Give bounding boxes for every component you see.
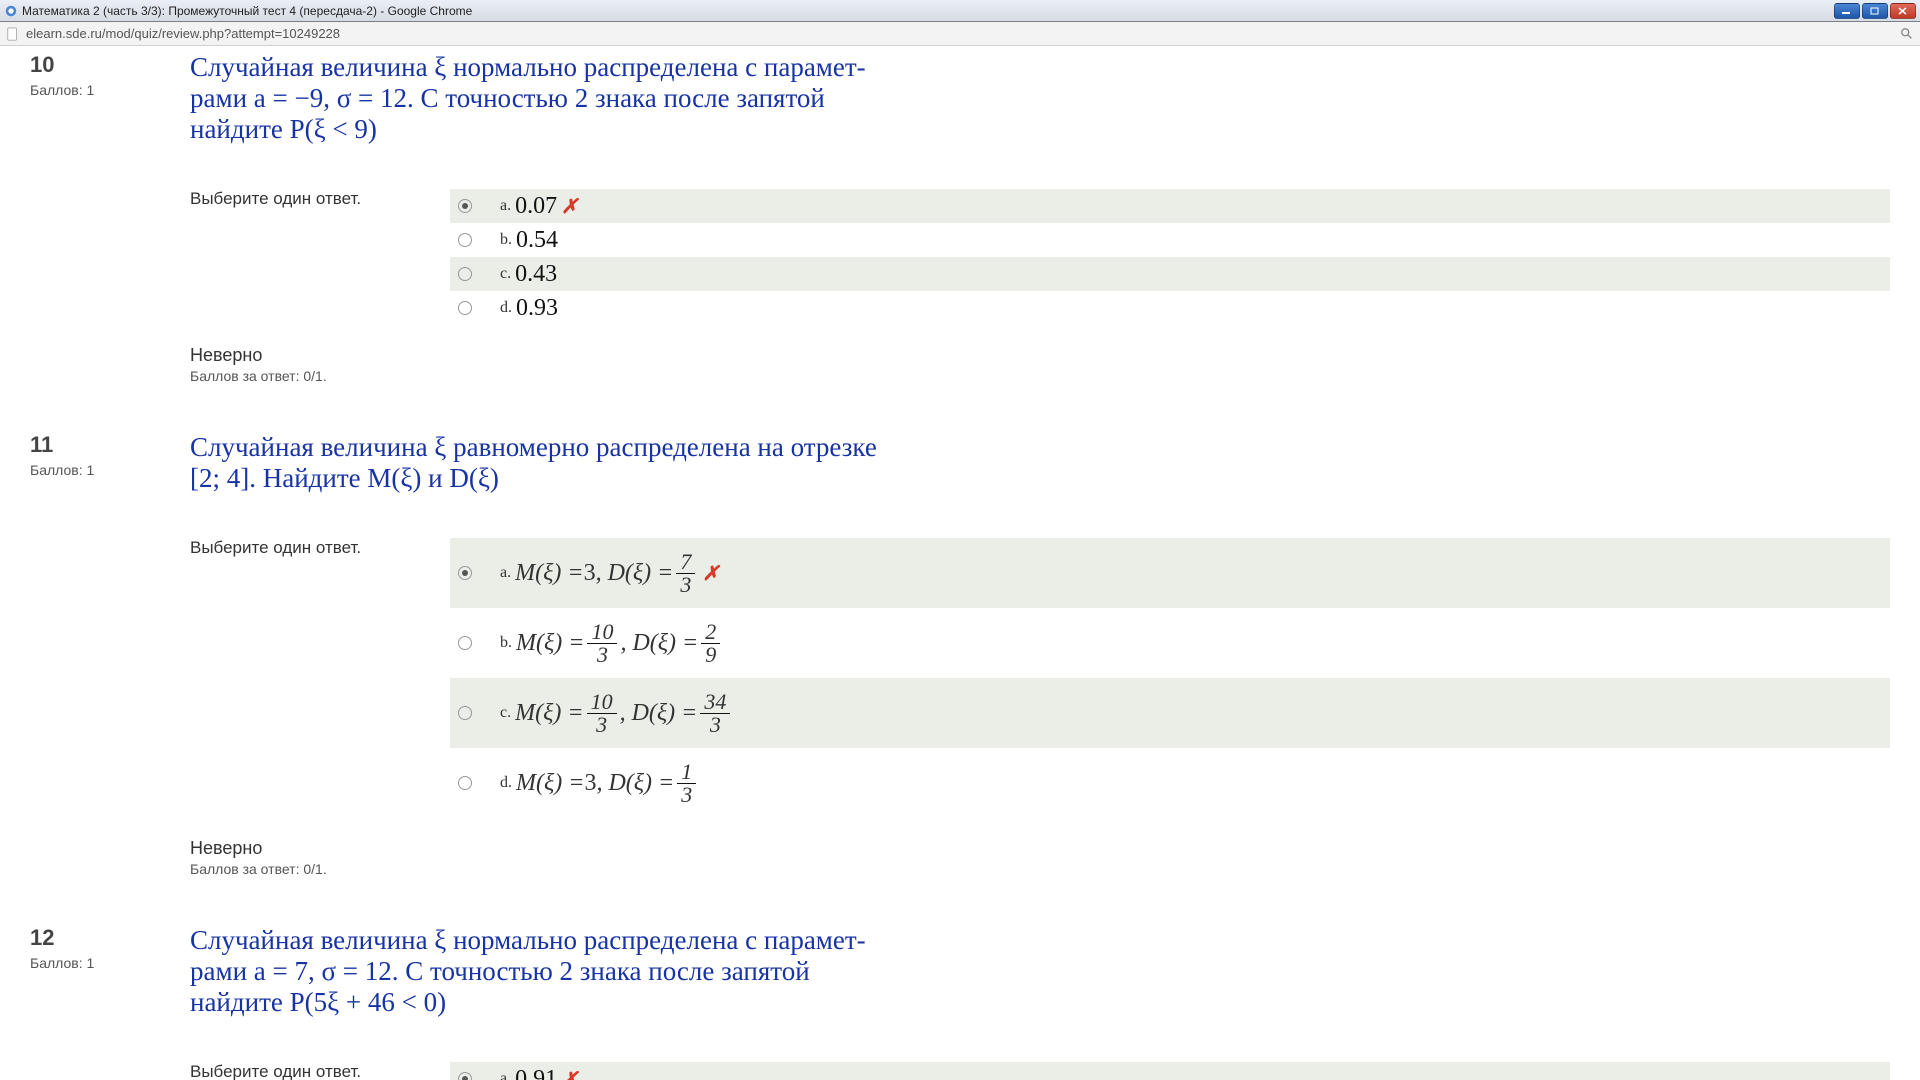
page-scroll[interactable]: 10 Баллов: 1 Случайная величина ξ нормал… <box>0 46 1920 1080</box>
question-block: 10 Баллов: 1 Случайная величина ξ нормал… <box>30 46 1890 404</box>
option-letter: a. <box>500 1070 511 1080</box>
option-value: 0.91 <box>515 1066 557 1080</box>
answers: Выберите один ответ. a. 0.07 ✗ b. 0.54 c… <box>190 189 1890 325</box>
question-block: 11 Баллов: 1 Случайная величина ξ равном… <box>30 426 1890 897</box>
question-meta: 12 Баллов: 1 <box>30 925 190 1080</box>
option-row[interactable]: a. 0.91 ✗ <box>450 1062 1890 1080</box>
radio-icon[interactable] <box>458 267 472 281</box>
question-number: 12 <box>30 925 190 951</box>
option-letter: b. <box>500 231 512 249</box>
option-value: M(ξ) = 103, D(ξ) = 343 <box>515 691 733 736</box>
options-list: a. 0.07 ✗ b. 0.54 c. 0.43 d. 0.93 <box>450 189 1890 325</box>
wrong-mark-icon: ✗ <box>561 1067 578 1080</box>
address-bar[interactable]: elearn.sde.ru/mod/quiz/review.php?attemp… <box>0 22 1920 46</box>
question-body: Случайная величина ξ нормально распредел… <box>190 925 1890 1080</box>
option-letter: b. <box>500 634 512 652</box>
feedback-score: Баллов за ответ: 0/1. <box>190 861 1890 877</box>
question-text: Случайная величина ξ равномерно распреде… <box>190 432 960 494</box>
option-letter: c. <box>500 265 511 283</box>
quiz-content: 10 Баллов: 1 Случайная величина ξ нормал… <box>0 46 1920 1080</box>
question-meta: 11 Баллов: 1 <box>30 432 190 877</box>
window-title-bar: Математика 2 (часть 3/3): Промежуточный … <box>0 0 1920 22</box>
page-icon <box>6 27 20 41</box>
option-letter: a. <box>500 564 511 582</box>
radio-icon[interactable] <box>458 199 472 213</box>
question-text: Случайная величина ξ нормально распредел… <box>190 52 960 145</box>
radio-icon[interactable] <box>458 1072 472 1080</box>
choose-prompt: Выберите один ответ. <box>190 538 450 558</box>
question-block: 12 Баллов: 1 Случайная величина ξ нормал… <box>30 919 1890 1080</box>
option-value: 0.93 <box>516 295 558 322</box>
option-letter: d. <box>500 299 512 317</box>
answers: Выберите один ответ. a. 0.91 ✗ <box>190 1062 1890 1080</box>
question-text: Случайная величина ξ нормально распредел… <box>190 925 960 1018</box>
option-row[interactable]: a. 0.07 ✗ <box>450 189 1890 223</box>
feedback-status: Неверно <box>190 345 1890 366</box>
option-value: M(ξ) = 3, D(ξ) = 13 <box>516 761 699 806</box>
option-letter: c. <box>500 704 511 722</box>
question-meta: 10 Баллов: 1 <box>30 52 190 384</box>
question-points: Баллов: 1 <box>30 462 190 478</box>
option-value: M(ξ) = 103, D(ξ) = 29 <box>516 621 723 666</box>
question-number: 10 <box>30 52 190 78</box>
question-points: Баллов: 1 <box>30 82 190 98</box>
option-row[interactable]: b. 0.54 <box>450 223 1890 257</box>
option-row[interactable]: d. 0.93 <box>450 291 1890 325</box>
wrong-mark-icon: ✗ <box>702 561 719 586</box>
radio-icon[interactable] <box>458 636 472 650</box>
radio-icon[interactable] <box>458 566 472 580</box>
options-list: a. 0.91 ✗ <box>450 1062 1890 1080</box>
option-row[interactable]: d. M(ξ) = 3, D(ξ) = 13 <box>450 748 1890 818</box>
option-value: 0.54 <box>516 227 558 254</box>
option-row[interactable]: a. M(ξ) = 3, D(ξ) = 73 ✗ <box>450 538 1890 608</box>
option-row[interactable]: b. M(ξ) = 103, D(ξ) = 29 <box>450 608 1890 678</box>
question-body: Случайная величина ξ нормально распредел… <box>190 52 1890 384</box>
answers: Выберите один ответ. a. M(ξ) = 3, D(ξ) =… <box>190 538 1890 818</box>
app-icon <box>4 4 18 18</box>
radio-icon[interactable] <box>458 706 472 720</box>
feedback: Неверно Баллов за ответ: 0/1. <box>190 345 1890 384</box>
wrong-mark-icon: ✗ <box>561 194 578 219</box>
close-button[interactable] <box>1890 3 1916 19</box>
option-value: M(ξ) = 3, D(ξ) = 73 <box>515 551 698 596</box>
option-value: 0.07 <box>515 193 557 220</box>
maximize-button[interactable] <box>1862 3 1888 19</box>
options-list: a. M(ξ) = 3, D(ξ) = 73 ✗ b. M(ξ) = 103, … <box>450 538 1890 818</box>
question-points: Баллов: 1 <box>30 955 190 971</box>
option-letter: d. <box>500 774 512 792</box>
choose-prompt: Выберите один ответ. <box>190 189 450 209</box>
feedback-score: Баллов за ответ: 0/1. <box>190 368 1890 384</box>
feedback: Неверно Баллов за ответ: 0/1. <box>190 838 1890 877</box>
choose-prompt: Выберите один ответ. <box>190 1062 450 1080</box>
window-title: Математика 2 (часть 3/3): Промежуточный … <box>22 4 1834 18</box>
option-row[interactable]: c. M(ξ) = 103, D(ξ) = 343 <box>450 678 1890 748</box>
radio-icon[interactable] <box>458 233 472 247</box>
option-row[interactable]: c. 0.43 <box>450 257 1890 291</box>
window-buttons <box>1834 3 1916 19</box>
radio-icon[interactable] <box>458 301 472 315</box>
question-body: Случайная величина ξ равномерно распреде… <box>190 432 1890 877</box>
search-icon[interactable] <box>1900 27 1914 41</box>
radio-icon[interactable] <box>458 776 472 790</box>
feedback-status: Неверно <box>190 838 1890 859</box>
option-letter: a. <box>500 197 511 215</box>
option-value: 0.43 <box>515 261 557 288</box>
minimize-button[interactable] <box>1834 3 1860 19</box>
question-number: 11 <box>30 432 190 458</box>
url-text: elearn.sde.ru/mod/quiz/review.php?attemp… <box>26 26 1894 41</box>
